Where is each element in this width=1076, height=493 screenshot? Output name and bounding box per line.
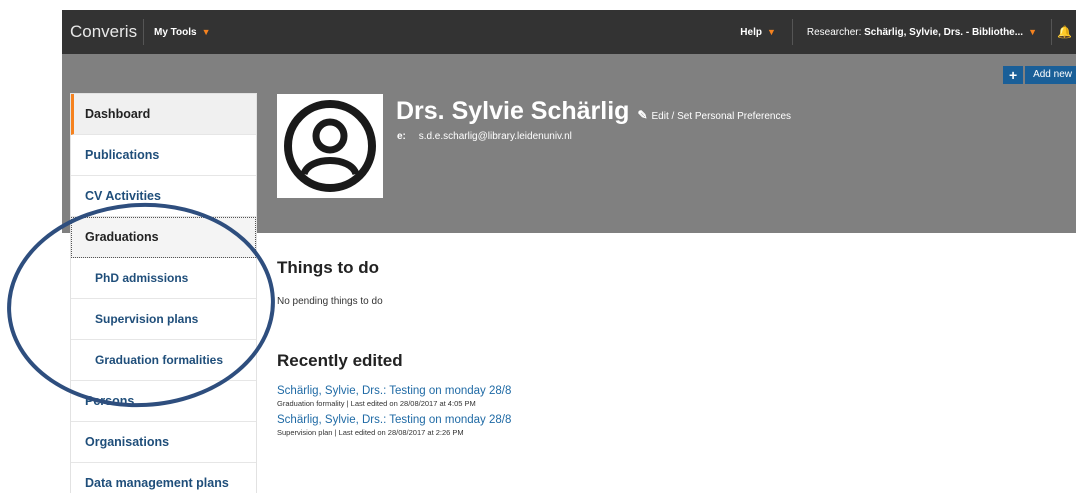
sidebar-item-supervision-plans[interactable]: Supervision plans <box>71 299 256 340</box>
things-to-do-empty: No pending things to do <box>277 296 383 307</box>
recently-edited-heading: Recently edited <box>277 351 403 370</box>
recent-item: Schärlig, Sylvie, Drs.: Testing on monda… <box>277 414 1067 437</box>
recent-item: Schärlig, Sylvie, Drs.: Testing on monda… <box>277 385 1067 408</box>
sidebar-item-dashboard[interactable]: Dashboard <box>71 94 256 135</box>
plus-icon: + <box>1003 66 1024 84</box>
researcher-name: Schärlig, Sylvie, Drs. - Bibliothe... <box>864 27 1024 38</box>
app-logo[interactable]: Converis <box>62 19 144 45</box>
recent-item-link[interactable]: Schärlig, Sylvie, Drs.: Testing on monda… <box>277 414 1067 426</box>
profile-name-row: Drs. Sylvie Schärlig ✎ Edit / Set Person… <box>396 97 791 126</box>
sidebar-item-phd-admissions[interactable]: PhD admissions <box>71 258 256 299</box>
sidebar-item-persons[interactable]: Persons <box>71 381 256 422</box>
sidebar-item-organisations[interactable]: Organisations <box>71 422 256 463</box>
sidebar-item-graduation-formalities[interactable]: Graduation formalities <box>71 340 256 381</box>
help-label: Help <box>740 27 762 38</box>
pencil-icon[interactable]: ✎ <box>637 108 647 122</box>
avatar <box>277 94 383 198</box>
sidebar-nav: Dashboard Publications CV Activities Gra… <box>70 93 257 493</box>
caret-down-icon: ▼ <box>1028 27 1037 37</box>
caret-down-icon: ▼ <box>766 27 776 37</box>
main-content: Things to do No pending things to do Rec… <box>277 258 1067 437</box>
sidebar-item-data-management-plans[interactable]: Data management plans <box>71 463 256 493</box>
add-new-label: Add new <box>1025 66 1076 84</box>
recent-item-meta: Supervision plan | Last edited on 28/08/… <box>277 428 464 437</box>
recent-item-meta: Graduation formality | Last edited on 28… <box>277 399 476 408</box>
sidebar-item-graduations[interactable]: Graduations <box>71 217 256 258</box>
profile-email-row: e: s.d.e.scharlig@library.leidenuniv.nl <box>397 131 572 142</box>
researcher-menu[interactable]: Researcher: Schärlig, Sylvie, Drs. - Bib… <box>793 19 1052 45</box>
top-navigation-bar: Converis My Tools ▼ Help ▼ Researcher: Sch… <box>62 10 1076 54</box>
edit-preferences-link[interactable]: Edit / Set Personal Preferences <box>652 111 792 122</box>
help-menu[interactable]: Help ▼ <box>740 19 793 45</box>
sidebar-item-cv-activities[interactable]: CV Activities <box>71 176 256 217</box>
researcher-prefix: Researcher: <box>806 27 862 38</box>
email-label: e: <box>397 131 406 142</box>
email-value[interactable]: s.d.e.scharlig@library.leidenuniv.nl <box>419 131 572 142</box>
sidebar-item-publications[interactable]: Publications <box>71 135 256 176</box>
my-tools-menu[interactable]: My Tools ▼ <box>154 27 211 38</box>
recent-item-link[interactable]: Schärlig, Sylvie, Drs.: Testing on monda… <box>277 385 1067 397</box>
user-avatar-icon <box>284 100 376 192</box>
things-to-do-heading: Things to do <box>277 258 379 277</box>
caret-down-icon: ▼ <box>201 26 211 37</box>
profile-name: Drs. Sylvie Schärlig <box>396 97 630 125</box>
my-tools-label: My Tools <box>154 26 197 38</box>
bell-icon[interactable]: 🔔 <box>1052 25 1076 39</box>
add-new-button[interactable]: + Add new <box>1003 66 1076 84</box>
